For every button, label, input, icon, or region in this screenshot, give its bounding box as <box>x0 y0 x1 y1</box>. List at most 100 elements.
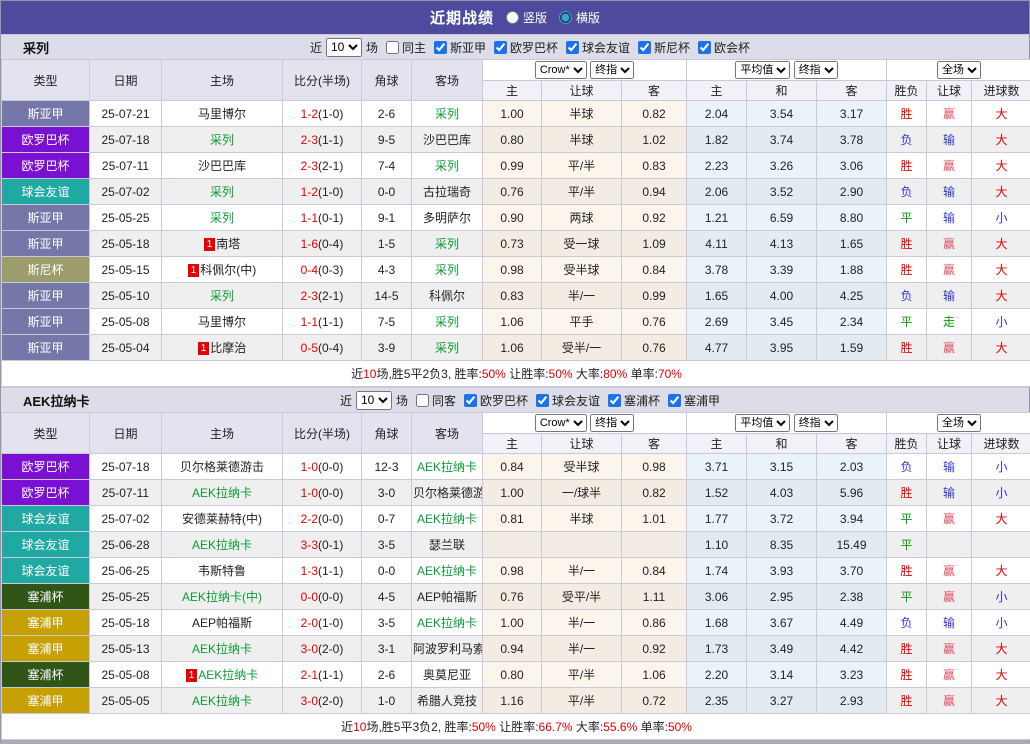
home-team-name[interactable]: 贝尔格莱德游击 <box>180 460 264 474</box>
away-team[interactable]: AEP帕福斯 <box>412 584 483 610</box>
away-team[interactable]: 科佩尔 <box>412 283 483 309</box>
vertical-layout-option[interactable]: 竖版 <box>506 9 547 26</box>
score-cell[interactable]: 1-1(1-1) <box>283 309 362 335</box>
away-team[interactable]: AEK拉纳卡 <box>412 558 483 584</box>
score-cell[interactable]: 2-3(2-1) <box>283 153 362 179</box>
away-team[interactable]: 奥莫尼亚 <box>412 662 483 688</box>
team1-league1-checkbox[interactable] <box>434 41 447 54</box>
score-cell[interactable]: 0-4(0-3) <box>283 257 362 283</box>
team1-odds-time-select[interactable]: 终指 <box>590 61 634 79</box>
home-team-name[interactable]: 安德莱赫特(中) <box>182 512 262 526</box>
away-team-name[interactable]: 瑟兰联 <box>429 538 465 552</box>
score-cell[interactable]: 2-2(0-0) <box>283 506 362 532</box>
team1-league5-checkbox[interactable] <box>698 41 711 54</box>
home-team[interactable]: 采列 <box>162 127 283 153</box>
home-team[interactable]: AEK拉纳卡 <box>162 688 283 714</box>
horizontal-layout-option[interactable]: 横版 <box>559 9 600 26</box>
score-cell[interactable]: 1-0(0-0) <box>283 454 362 480</box>
team1-company-select[interactable]: Crow* <box>535 61 587 79</box>
away-team[interactable]: 采列 <box>412 309 483 335</box>
team2-odds-time-select[interactable]: 终指 <box>590 414 634 432</box>
score-cell[interactable]: 0-0(0-0) <box>283 584 362 610</box>
score-cell[interactable]: 3-3(0-1) <box>283 532 362 558</box>
away-team-name[interactable]: 沙巴巴库 <box>423 133 471 147</box>
team2-same-venue-checkbox[interactable] <box>416 394 429 407</box>
team1-average-select[interactable]: 平均值 <box>735 61 790 79</box>
home-team[interactable]: 采列 <box>162 205 283 231</box>
home-team-name[interactable]: 采列 <box>210 211 234 225</box>
score-cell[interactable]: 2-3(1-1) <box>283 127 362 153</box>
home-team-name[interactable]: 科佩尔(中) <box>200 263 256 277</box>
home-team-name[interactable]: 沙巴巴库 <box>198 159 246 173</box>
home-team[interactable]: 韦斯特鲁 <box>162 558 283 584</box>
away-team-name[interactable]: AEK拉纳卡 <box>417 564 477 578</box>
home-team-name[interactable]: AEK拉纳卡 <box>192 486 252 500</box>
team2-average-select[interactable]: 平均值 <box>735 414 790 432</box>
score-cell[interactable]: 1-1(0-1) <box>283 205 362 231</box>
away-team-name[interactable]: AEK拉纳卡 <box>417 512 477 526</box>
home-team[interactable]: 马里博尔 <box>162 309 283 335</box>
team2-fulltime-select[interactable]: 全场 <box>937 414 981 432</box>
score-cell[interactable]: 1-2(1-0) <box>283 179 362 205</box>
home-team[interactable]: 马里博尔 <box>162 101 283 127</box>
home-team-name[interactable]: AEK拉纳卡 <box>192 642 252 656</box>
score-cell[interactable]: 2-0(1-0) <box>283 610 362 636</box>
home-team[interactable]: AEK拉纳卡 <box>162 532 283 558</box>
team2-league2-checkbox[interactable] <box>536 394 549 407</box>
away-team-name[interactable]: AEK拉纳卡 <box>417 460 477 474</box>
home-team[interactable]: 1科佩尔(中) <box>162 257 283 283</box>
home-team-name[interactable]: AEK拉纳卡 <box>198 668 258 682</box>
score-cell[interactable]: 1-3(1-1) <box>283 558 362 584</box>
home-team-name[interactable]: 采列 <box>210 185 234 199</box>
team1-league2-checkbox[interactable] <box>494 41 507 54</box>
away-team[interactable]: 阿波罗利马索尔 <box>412 636 483 662</box>
team2-average-time-select[interactable]: 终指 <box>794 414 838 432</box>
home-team-name[interactable]: 采列 <box>210 133 234 147</box>
home-team-name[interactable]: 马里博尔 <box>198 315 246 329</box>
home-team[interactable]: 1南塔 <box>162 231 283 257</box>
score-cell[interactable]: 0-5(0-4) <box>283 335 362 361</box>
score-cell[interactable]: 3-0(2-0) <box>283 688 362 714</box>
away-team-name[interactable]: 多明萨尔 <box>423 211 471 225</box>
score-cell[interactable]: 3-0(2-0) <box>283 636 362 662</box>
home-team-name[interactable]: 韦斯特鲁 <box>198 564 246 578</box>
away-team[interactable]: 贝尔格莱德游击 <box>412 480 483 506</box>
away-team-name[interactable]: 古拉瑞奇 <box>423 185 471 199</box>
away-team-name[interactable]: 希腊人竞技 <box>417 694 477 708</box>
score-cell[interactable]: 2-3(2-1) <box>283 283 362 309</box>
team2-league4-checkbox[interactable] <box>668 394 681 407</box>
team1-league3-checkbox[interactable] <box>566 41 579 54</box>
home-team[interactable]: 1AEK拉纳卡 <box>162 662 283 688</box>
team2-league3-checkbox[interactable] <box>608 394 621 407</box>
team2-recent-count-select[interactable]: 10 <box>356 391 392 410</box>
home-team-name[interactable]: AEP帕福斯 <box>192 616 252 630</box>
away-team[interactable]: AEK拉纳卡 <box>412 610 483 636</box>
team1-fulltime-select[interactable]: 全场 <box>937 61 981 79</box>
away-team[interactable]: 希腊人竞技 <box>412 688 483 714</box>
score-cell[interactable]: 1-6(0-4) <box>283 231 362 257</box>
away-team[interactable]: 古拉瑞奇 <box>412 179 483 205</box>
away-team-name[interactable]: AEK拉纳卡 <box>417 616 477 630</box>
away-team-name[interactable]: 采列 <box>435 341 459 355</box>
team1-league4-checkbox[interactable] <box>638 41 651 54</box>
away-team[interactable]: 瑟兰联 <box>412 532 483 558</box>
away-team-name[interactable]: 贝尔格莱德游击 <box>413 486 483 500</box>
home-team[interactable]: AEK拉纳卡(中) <box>162 584 283 610</box>
away-team-name[interactable]: 采列 <box>435 263 459 277</box>
team2-company-select[interactable]: Crow* <box>535 414 587 432</box>
away-team[interactable]: 采列 <box>412 231 483 257</box>
away-team-name[interactable]: 采列 <box>435 315 459 329</box>
away-team-name[interactable]: 科佩尔 <box>429 289 465 303</box>
home-team[interactable]: 贝尔格莱德游击 <box>162 454 283 480</box>
away-team-name[interactable]: 采列 <box>435 237 459 251</box>
home-team[interactable]: AEK拉纳卡 <box>162 480 283 506</box>
home-team-name[interactable]: 南塔 <box>216 237 240 251</box>
away-team[interactable]: AEK拉纳卡 <box>412 454 483 480</box>
home-team-name[interactable]: 马里博尔 <box>198 107 246 121</box>
away-team[interactable]: 采列 <box>412 101 483 127</box>
home-team[interactable]: AEK拉纳卡 <box>162 636 283 662</box>
away-team[interactable]: 采列 <box>412 153 483 179</box>
away-team[interactable]: 沙巴巴库 <box>412 127 483 153</box>
away-team[interactable]: 多明萨尔 <box>412 205 483 231</box>
away-team[interactable]: AEK拉纳卡 <box>412 506 483 532</box>
